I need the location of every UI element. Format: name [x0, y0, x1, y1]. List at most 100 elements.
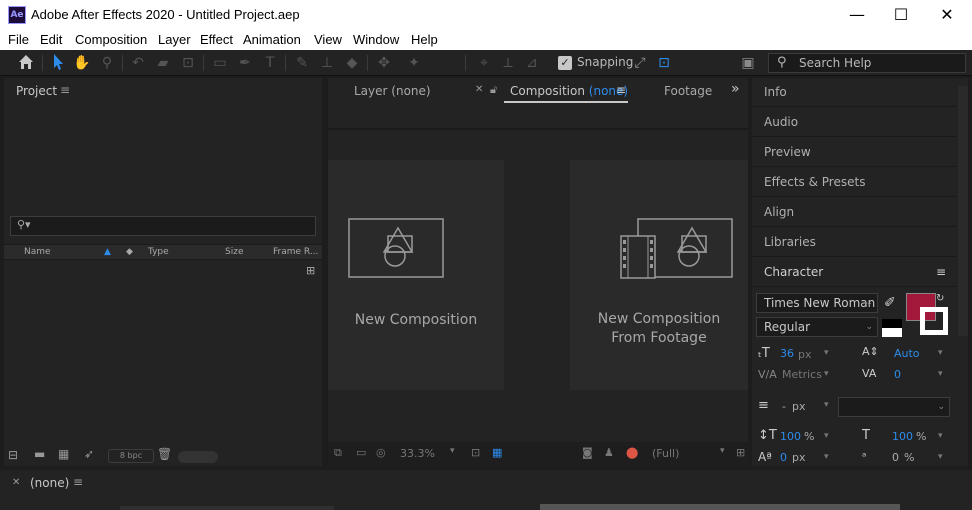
menu-help[interactable]: Help: [411, 32, 438, 47]
eyedropper-icon[interactable]: ✐: [884, 295, 896, 311]
home-icon[interactable]: [16, 53, 36, 73]
resolution-dropdown[interactable]: (Full): [652, 447, 679, 460]
chevron-down-icon[interactable]: ▾: [938, 369, 943, 379]
preview-panel-tab[interactable]: Preview: [752, 138, 956, 167]
tab-layer[interactable]: Layer (none): [354, 84, 431, 98]
timeline-navigator-bar[interactable]: [540, 504, 900, 510]
column-size-header[interactable]: Size: [225, 247, 243, 257]
adjust-project-icon[interactable]: ➶: [84, 447, 94, 461]
more-tabs-icon[interactable]: »: [731, 81, 740, 97]
tracking-value[interactable]: 0: [894, 368, 901, 381]
hand-tool-icon[interactable]: ✋: [72, 53, 92, 73]
show-snapshot-icon[interactable]: ♟: [604, 446, 614, 459]
chevron-down-icon[interactable]: ▾: [720, 446, 725, 456]
new-composition-card[interactable]: New Composition: [328, 160, 504, 390]
stroke-width-value[interactable]: -: [782, 400, 786, 413]
horizontal-scale-value[interactable]: 100: [892, 430, 913, 443]
pen-tool-icon[interactable]: ✒: [235, 53, 255, 73]
snapping-checkbox[interactable]: ✓: [558, 56, 572, 70]
tab-footage[interactable]: Footage: [664, 84, 712, 98]
close-tab-icon[interactable]: ✕: [475, 84, 483, 95]
chevron-down-icon[interactable]: ▾: [824, 400, 829, 410]
label-tag-icon[interactable]: ◆: [126, 247, 133, 257]
zoom-level[interactable]: 33.3%: [400, 447, 435, 460]
always-preview-icon[interactable]: ⧉: [334, 446, 342, 460]
selection-tool-icon[interactable]: [48, 53, 68, 73]
chevron-down-icon[interactable]: ▾: [938, 431, 943, 441]
kerning-value[interactable]: Metrics: [782, 368, 822, 381]
menu-file[interactable]: File: [8, 32, 29, 47]
font-family-dropdown[interactable]: Times New Roman ⌄: [756, 293, 878, 313]
snapshot-camera-icon[interactable]: ◙: [582, 446, 593, 459]
region-of-interest-icon[interactable]: ⊞: [736, 446, 745, 459]
column-type-header[interactable]: Type: [148, 247, 169, 257]
stroke-style-dropdown[interactable]: ⌄: [838, 397, 950, 417]
new-composition-icon[interactable]: ▦: [58, 447, 69, 461]
color-depth-button[interactable]: 8 bpc: [108, 449, 154, 463]
right-panel-scrollbar[interactable]: [958, 86, 968, 336]
chevron-down-icon[interactable]: ▾: [824, 369, 829, 379]
menu-composition[interactable]: Composition: [75, 32, 147, 47]
panel-menu-icon[interactable]: ≡: [616, 83, 626, 97]
chevron-down-icon[interactable]: ▾: [824, 348, 829, 358]
column-name-header[interactable]: Name: [24, 247, 51, 257]
local-axis-mode-icon[interactable]: ⌖: [474, 53, 494, 73]
menu-window[interactable]: Window: [353, 32, 399, 47]
maximize-button[interactable]: ☐: [878, 0, 924, 30]
chevron-down-icon[interactable]: ▾: [938, 348, 943, 358]
type-tool-icon[interactable]: T: [260, 53, 280, 73]
effects-presets-panel-tab[interactable]: Effects & Presets: [752, 168, 956, 197]
brush-tool-icon[interactable]: ✎: [292, 53, 312, 73]
close-button[interactable]: ✕: [924, 0, 970, 30]
world-axis-mode-icon[interactable]: ⟂: [498, 53, 518, 73]
leading-value[interactable]: Auto: [894, 347, 920, 360]
view-axis-mode-icon[interactable]: ⊿: [522, 53, 542, 73]
puppet-pin-tool-icon[interactable]: ✦: [404, 53, 424, 73]
workspace-icon[interactable]: ▣: [738, 53, 758, 73]
vertical-scale-value[interactable]: 100: [780, 430, 801, 443]
fit-icon[interactable]: ⊡: [471, 446, 480, 459]
monitor-icon[interactable]: ▭: [356, 446, 366, 459]
vr-goggles-icon[interactable]: ◎: [376, 446, 386, 459]
toggle-transparency-grid-icon[interactable]: ▦: [492, 446, 502, 459]
timeline-tab-label[interactable]: (none): [30, 476, 69, 490]
menu-view[interactable]: View: [314, 32, 342, 47]
eraser-tool-icon[interactable]: ◆: [342, 53, 362, 73]
rectangle-tool-icon[interactable]: ▭: [210, 53, 230, 73]
rotation-tool-icon[interactable]: ↶: [128, 53, 148, 73]
panel-menu-icon[interactable]: ≡: [60, 83, 70, 97]
panel-menu-icon[interactable]: ≡: [936, 258, 946, 286]
tab-composition[interactable]: Composition (none): [510, 84, 628, 98]
lock-icon[interactable]: 🔓︎: [490, 83, 497, 97]
zoom-tool-icon[interactable]: ⚲: [97, 53, 117, 73]
font-style-dropdown[interactable]: Regular ⌄: [756, 317, 878, 337]
panel-menu-icon[interactable]: ≡: [73, 475, 83, 489]
flowchart-icon[interactable]: ⊞: [306, 264, 315, 277]
chevron-down-icon[interactable]: ▾: [824, 452, 829, 462]
stroke-color-swatch[interactable]: [920, 307, 948, 335]
new-composition-from-footage-card[interactable]: New Composition From Footage: [570, 160, 748, 390]
pan-behind-tool-icon[interactable]: ⊡: [178, 53, 198, 73]
chevron-down-icon[interactable]: ▾: [450, 446, 455, 456]
audio-panel-tab[interactable]: Audio: [752, 108, 956, 137]
black-white-swatch[interactable]: [882, 319, 902, 337]
clone-stamp-tool-icon[interactable]: ⊥: [317, 53, 337, 73]
snap-edges-icon[interactable]: ⤢: [630, 53, 650, 73]
interpret-footage-icon[interactable]: ⊟: [8, 448, 18, 462]
search-help-field[interactable]: ⚲ Search Help: [768, 53, 966, 73]
chevron-down-icon[interactable]: ▾: [938, 452, 943, 462]
column-frame-rate-header[interactable]: Frame R...: [273, 247, 318, 257]
camera-tool-icon[interactable]: ▰: [153, 53, 173, 73]
menu-animation[interactable]: Animation: [243, 32, 301, 47]
new-folder-icon[interactable]: ▬: [34, 447, 45, 461]
character-panel-title[interactable]: Character: [764, 265, 823, 279]
font-size-value[interactable]: 36: [780, 347, 794, 360]
baseline-shift-value[interactable]: 0: [780, 451, 787, 464]
channels-icon[interactable]: ⬤: [626, 446, 638, 459]
menu-edit[interactable]: Edit: [40, 32, 62, 47]
project-panel-title[interactable]: Project: [16, 84, 57, 98]
timeline-search-field[interactable]: [120, 506, 334, 510]
tsume-value[interactable]: 0: [892, 451, 899, 464]
thumbnail-slider[interactable]: [178, 451, 218, 463]
swap-colors-icon[interactable]: ↻: [936, 293, 944, 304]
